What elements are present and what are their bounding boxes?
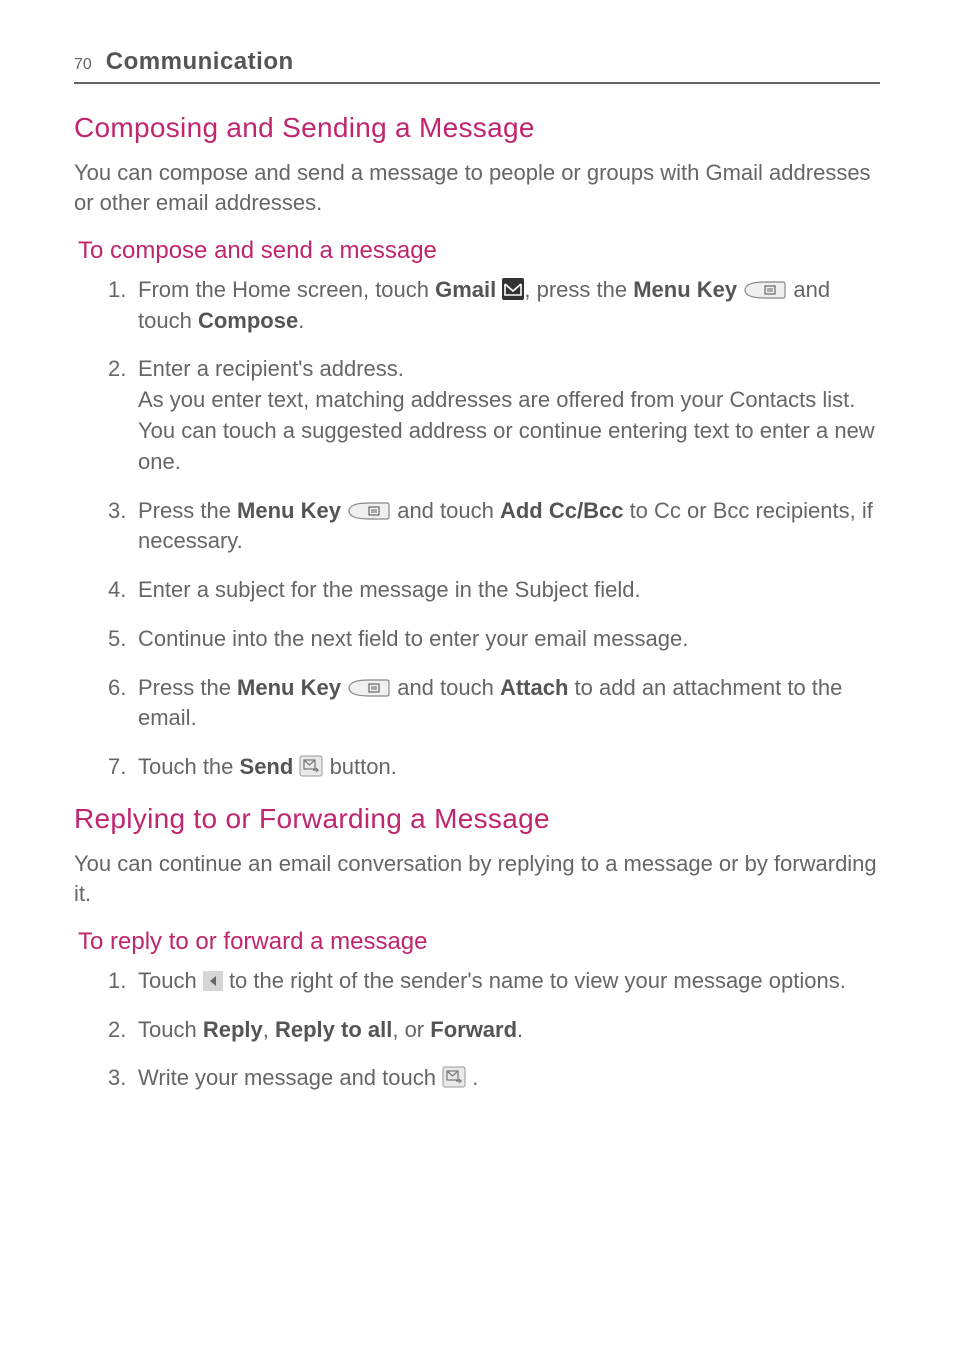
send-icon [299, 755, 323, 777]
step-text: , or [392, 1017, 430, 1042]
menu-key-icon [347, 501, 391, 521]
reply-step-1: Touch to the right of the sender's name … [138, 966, 880, 997]
section-heading-replying: Replying to or Forwarding a Message [74, 803, 880, 835]
step-text: Write your message and touch [138, 1065, 442, 1090]
step-text: As you enter text, matching addresses ar… [138, 387, 875, 474]
step-text: button. [330, 754, 397, 779]
add-cc-bcc-label: Add Cc/Bcc [500, 498, 623, 523]
step-text: and touch [391, 498, 500, 523]
compose-step-3: Press the Menu Key and touch Add Cc/Bcc … [138, 496, 880, 558]
attach-label: Attach [500, 675, 568, 700]
step-text: and touch [391, 675, 500, 700]
reply-steps: Touch to the right of the sender's name … [74, 966, 880, 1094]
gmail-icon [502, 278, 524, 300]
compose-step-4: Enter a subject for the message in the S… [138, 575, 880, 606]
step-text: Press the [138, 498, 237, 523]
step-text: Touch the [138, 754, 240, 779]
step-text: Touch [138, 968, 203, 993]
chapter-title: Communication [106, 48, 294, 76]
compose-step-6: Press the Menu Key and touch Attach to a… [138, 673, 880, 735]
compose-step-2: Enter a recipient's address. As you ente… [138, 354, 880, 477]
compose-step-5: Continue into the next field to enter yo… [138, 624, 880, 655]
step-text: Enter a recipient's address. [138, 356, 404, 381]
send-label: Send [240, 754, 294, 779]
step-text: , press the [524, 277, 633, 302]
reply-step-2: Touch Reply, Reply to all, or Forward. [138, 1015, 880, 1046]
reply-all-label: Reply to all [275, 1017, 392, 1042]
step-text: Press the [138, 675, 237, 700]
subheading-reply-forward: To reply to or forward a message [78, 928, 880, 956]
step-text: , [263, 1017, 275, 1042]
menu-key-label: Menu Key [237, 498, 341, 523]
compose-step-1: From the Home screen, touch Gmail , pres… [138, 275, 880, 337]
step-text: . [517, 1017, 523, 1042]
menu-key-icon [347, 678, 391, 698]
composing-intro: You can compose and send a message to pe… [74, 158, 880, 219]
page-number: 70 [74, 56, 92, 74]
send-icon [442, 1066, 466, 1088]
compose-step-7: Touch the Send button. [138, 752, 880, 783]
step-text: . [298, 308, 304, 333]
reply-label: Reply [203, 1017, 263, 1042]
reply-step-3: Write your message and touch . [138, 1063, 880, 1094]
step-text: Touch [138, 1017, 203, 1042]
menu-key-label: Menu Key [237, 675, 341, 700]
left-arrow-icon [203, 971, 223, 991]
subheading-compose-send: To compose and send a message [78, 237, 880, 265]
menu-key-icon [743, 280, 787, 300]
replying-intro: You can continue an email conversation b… [74, 849, 880, 910]
page: 70 Communication Composing and Sending a… [0, 0, 954, 1194]
compose-steps: From the Home screen, touch Gmail , pres… [74, 275, 880, 783]
gmail-label: Gmail [435, 277, 496, 302]
menu-key-label: Menu Key [633, 277, 737, 302]
step-text: . [466, 1065, 478, 1090]
forward-label: Forward [430, 1017, 517, 1042]
page-header: 70 Communication [74, 48, 880, 84]
step-text: From the Home screen, touch [138, 277, 435, 302]
compose-label: Compose [198, 308, 298, 333]
step-text: to the right of the sender's name to vie… [223, 968, 846, 993]
section-heading-composing: Composing and Sending a Message [74, 112, 880, 144]
